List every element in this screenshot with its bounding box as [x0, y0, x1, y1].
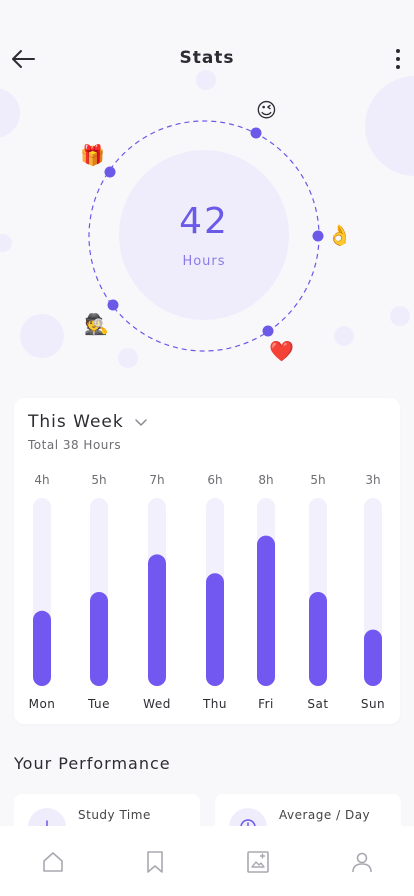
heart-emoji-icon: ❤️	[269, 339, 294, 363]
bar-mon[interactable]	[33, 610, 51, 686]
app-header: Stats	[0, 30, 414, 86]
study-time-label: Study Time	[78, 808, 151, 822]
nav-bookmarks[interactable]	[141, 848, 169, 876]
total-hours-value: 42	[179, 201, 229, 242]
bottom-navigation	[0, 826, 414, 896]
bar-tue[interactable]	[90, 592, 108, 686]
news-icon	[247, 851, 269, 873]
wink-emoji-icon: 😉	[256, 98, 277, 122]
orbit-dot	[107, 299, 119, 311]
more-menu-button[interactable]	[388, 44, 408, 74]
nav-home[interactable]	[39, 848, 67, 876]
orbit-dot	[262, 325, 274, 337]
day-label: Wed	[143, 697, 171, 711]
profile-icon	[352, 852, 372, 873]
gift-emoji-icon: 🎁	[80, 143, 105, 167]
day-label: Sun	[361, 697, 385, 711]
nav-news[interactable]	[244, 848, 272, 876]
bar-value-label: 4h	[34, 473, 49, 487]
weekly-chart-card: This Week Total 38 Hours 4h Mon 5h Tue 7h Wed…	[14, 398, 400, 724]
nav-profile[interactable]	[348, 848, 376, 876]
stats-screen: Stats 42 Hours 😉 👌 ❤️ 🕵️ 🎁 This Week Tot…	[0, 0, 414, 896]
orbit-dot	[250, 127, 262, 139]
total-hours-unit: Hours	[182, 254, 226, 269]
page-title: Stats	[179, 48, 235, 68]
performance-title: Your Performance	[14, 754, 171, 773]
bar-sat[interactable]	[309, 592, 327, 686]
orbit-dot	[312, 230, 324, 242]
bar-value-label: 3h	[365, 473, 380, 487]
bar-sun[interactable]	[364, 629, 382, 686]
day-label: Thu	[202, 697, 227, 711]
detective-emoji-icon: 🕵️	[84, 312, 109, 336]
day-label: Fri	[258, 697, 274, 711]
day-label: Mon	[29, 697, 56, 711]
bookmark-icon	[147, 851, 163, 873]
home-icon	[43, 852, 63, 872]
bar-wed[interactable]	[148, 554, 166, 686]
bar-thu[interactable]	[206, 573, 224, 686]
bar-value-label: 7h	[149, 473, 164, 487]
orbit-dot	[104, 166, 116, 178]
average-per-day-label: Average / Day	[279, 808, 371, 822]
bar-value-label: 5h	[310, 473, 325, 487]
more-vertical-icon	[396, 49, 400, 53]
day-label: Sat	[307, 697, 328, 711]
total-hours-circle: 42 Hours	[119, 150, 289, 320]
bar-fri[interactable]	[257, 535, 275, 686]
day-label: Tue	[87, 697, 110, 711]
bar-value-label: 6h	[207, 473, 222, 487]
weekly-bar-chart: 4h Mon 5h Tue 7h Wed 6h Thu 8h Fri 5h Sat 3h Sun	[29, 473, 385, 711]
bar-value-label: 8h	[258, 473, 273, 487]
bar-value-label: 5h	[91, 473, 106, 487]
ok-hand-emoji-icon: 👌	[327, 223, 352, 247]
